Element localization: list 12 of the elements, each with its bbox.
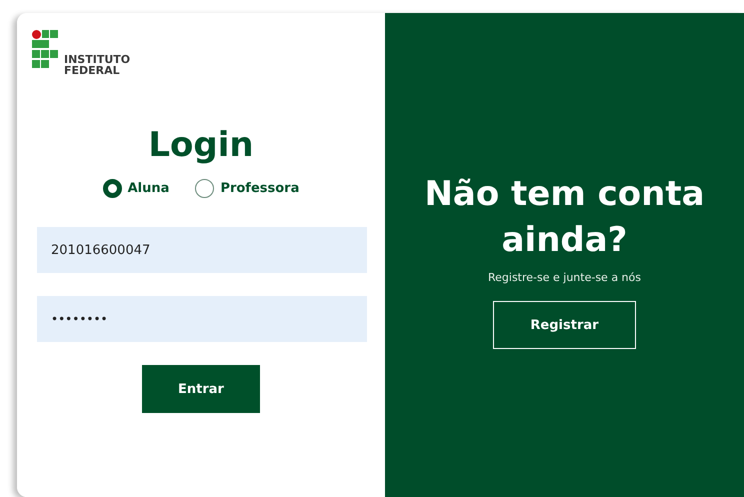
login-title: Login xyxy=(148,125,254,165)
role-radio[interactable]: Aluna xyxy=(102,179,170,198)
role-radio[interactable]: Professora xyxy=(195,179,300,198)
signup-title: Não tem conta ainda? xyxy=(423,173,706,262)
password-field[interactable]: •••••••• xyxy=(37,296,367,342)
login-button[interactable]: Entrar xyxy=(142,365,260,413)
register-button[interactable]: Registrar xyxy=(493,301,636,349)
logo-text: INSTITUTO FEDERAL xyxy=(64,54,130,76)
username-field[interactable]: 201016600047 xyxy=(37,227,367,273)
radio-icon[interactable] xyxy=(195,179,214,198)
signup-subtitle: Registre-se e junte-se a nós xyxy=(488,271,641,284)
radio-icon[interactable] xyxy=(102,179,122,198)
